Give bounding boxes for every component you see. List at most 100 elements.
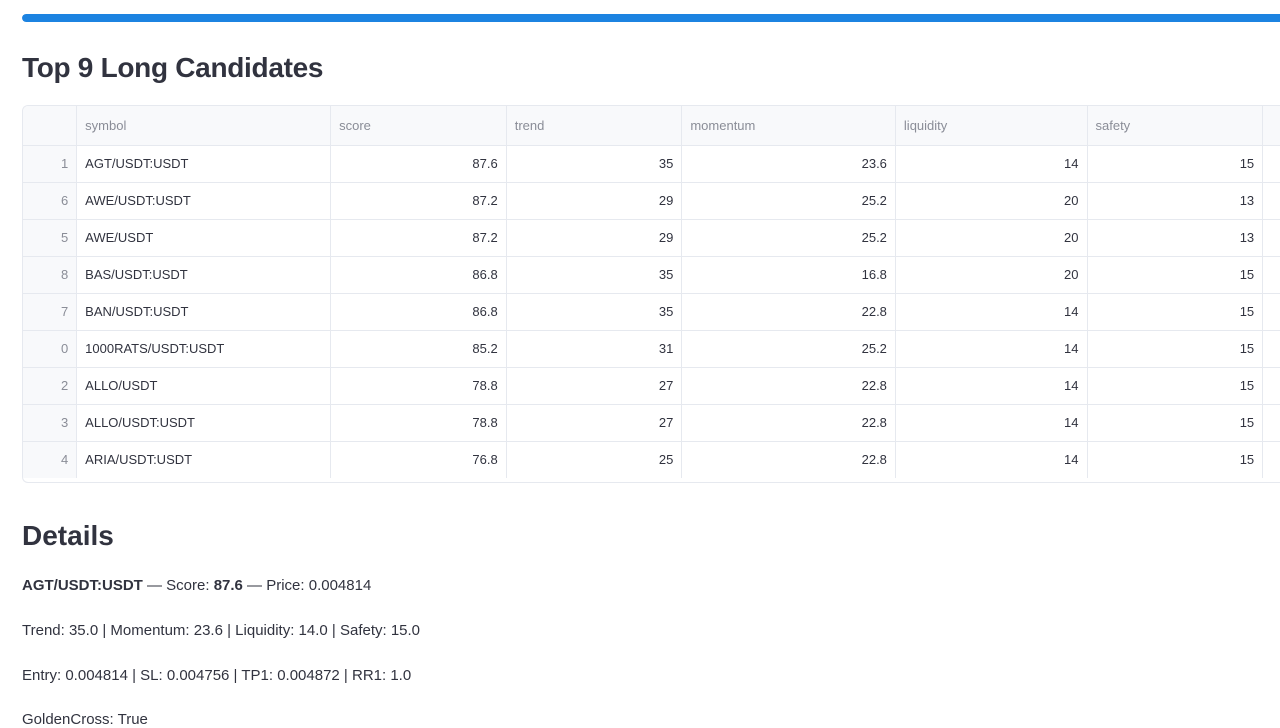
cell-safety[interactable]: 13 [1087, 219, 1264, 257]
cell-trend[interactable]: 35 [506, 293, 683, 331]
cell-momentum[interactable]: 22.8 [681, 441, 896, 478]
cell-trend[interactable]: 25 [506, 441, 683, 478]
cell-score[interactable]: 78.8 [330, 367, 507, 405]
cell-trend[interactable]: 35 [506, 256, 683, 294]
column-header-liquidity[interactable]: liquidity [895, 106, 1088, 146]
cell-symbol[interactable]: ARIA/USDT:USDT [76, 441, 332, 478]
cell-liquidity[interactable]: 20 [895, 219, 1088, 257]
progress-bar [22, 14, 1280, 22]
cell-score[interactable]: 76.8 [330, 441, 507, 478]
cell-trend[interactable]: 31 [506, 330, 683, 368]
row-index: 0 [23, 330, 78, 368]
cell-momentum[interactable]: 25.2 [681, 182, 896, 220]
cell-liquidity[interactable]: 20 [895, 182, 1088, 220]
row-index: 8 [23, 256, 78, 294]
cell-momentum[interactable]: 25.2 [681, 219, 896, 257]
column-header-momentum[interactable]: momentum [681, 106, 896, 146]
cell-symbol[interactable]: ALLO/USDT:USDT [76, 404, 332, 442]
candidates-title: Top 9 Long Candidates [22, 52, 324, 83]
cell-momentum[interactable]: 23.6 [681, 145, 896, 183]
cell-momentum[interactable]: 22.8 [681, 367, 896, 405]
row-index: 1 [23, 145, 78, 183]
cell-safety[interactable]: 15 [1087, 256, 1264, 294]
cell-overflow[interactable] [1262, 367, 1280, 405]
column-header-symbol[interactable]: symbol [76, 106, 332, 146]
progress-bar-fill [22, 14, 1280, 22]
table-row[interactable]: 6 AWE/USDT:USDT 87.2 29 25.2 20 13 [23, 182, 1280, 220]
row-index: 6 [23, 182, 78, 220]
cell-overflow[interactable] [1262, 219, 1280, 257]
cell-score[interactable]: 87.2 [330, 219, 507, 257]
cell-liquidity[interactable]: 14 [895, 330, 1088, 368]
row-index: 7 [23, 293, 78, 331]
cell-liquidity[interactable]: 14 [895, 367, 1088, 405]
table-row[interactable]: 5 AWE/USDT 87.2 29 25.2 20 13 [23, 219, 1280, 257]
row-index: 2 [23, 367, 78, 405]
cell-safety[interactable]: 15 [1087, 330, 1264, 368]
table-row[interactable]: 2 ALLO/USDT 78.8 27 22.8 14 15 [23, 367, 1280, 405]
cell-score[interactable]: 86.8 [330, 256, 507, 294]
cell-overflow[interactable] [1262, 293, 1280, 331]
cell-trend[interactable]: 29 [506, 182, 683, 220]
cell-trend[interactable]: 27 [506, 404, 683, 442]
column-header-overflow[interactable] [1262, 106, 1280, 146]
cell-safety[interactable]: 15 [1087, 145, 1264, 183]
cell-liquidity[interactable]: 14 [895, 404, 1088, 442]
cell-overflow[interactable] [1262, 330, 1280, 368]
row-index: 4 [23, 441, 78, 478]
table-row[interactable]: 3 ALLO/USDT:USDT 78.8 27 22.8 14 15 [23, 404, 1280, 442]
table-row[interactable]: 0 1000RATS/USDT:USDT 85.2 31 25.2 14 15 [23, 330, 1280, 368]
table-header-row: symbol score trend momentum liquidity sa… [23, 106, 1280, 146]
row-index: 5 [23, 219, 78, 257]
table-row[interactable]: 7 BAN/USDT:USDT 86.8 35 22.8 14 15 [23, 293, 1280, 331]
index-header [23, 106, 78, 146]
cell-symbol[interactable]: AGT/USDT:USDT [76, 145, 332, 183]
cell-liquidity[interactable]: 14 [895, 145, 1088, 183]
cell-momentum[interactable]: 16.8 [681, 256, 896, 294]
cell-score[interactable]: 87.2 [330, 182, 507, 220]
cell-trend[interactable]: 35 [506, 145, 683, 183]
cell-overflow[interactable] [1262, 256, 1280, 294]
column-header-trend[interactable]: trend [506, 106, 683, 146]
cell-score[interactable]: 78.8 [330, 404, 507, 442]
cell-safety[interactable]: 15 [1087, 293, 1264, 331]
cell-trend[interactable]: 27 [506, 367, 683, 405]
cell-symbol[interactable]: BAS/USDT:USDT [76, 256, 332, 294]
cell-overflow[interactable] [1262, 145, 1280, 183]
cell-symbol[interactable]: BAN/USDT:USDT [76, 293, 332, 331]
details-price: — Price: 0.004814 [242, 577, 372, 594]
details-metrics-line: Trend: 35.0 | Momentum: 23.6 | Liquidity… [22, 622, 421, 639]
cell-safety[interactable]: 13 [1087, 182, 1264, 220]
cell-liquidity[interactable]: 14 [895, 293, 1088, 331]
cell-safety[interactable]: 15 [1087, 404, 1264, 442]
cell-safety[interactable]: 15 [1087, 367, 1264, 405]
cell-symbol[interactable]: 1000RATS/USDT:USDT [76, 330, 332, 368]
details-score: 87.6 [213, 577, 243, 594]
cell-overflow[interactable] [1262, 182, 1280, 220]
details-score-label: — Score: [142, 577, 214, 594]
cell-symbol[interactable]: AWE/USDT:USDT [76, 182, 332, 220]
table-row[interactable]: 8 BAS/USDT:USDT 86.8 35 16.8 20 15 [23, 256, 1280, 294]
details-levels-line: Entry: 0.004814 | SL: 0.004756 | TP1: 0.… [22, 667, 412, 684]
cell-score[interactable]: 86.8 [330, 293, 507, 331]
cell-score[interactable]: 87.6 [330, 145, 507, 183]
candidates-table[interactable]: symbol score trend momentum liquidity sa… [22, 105, 1280, 483]
cell-symbol[interactable]: AWE/USDT [76, 219, 332, 257]
table-row[interactable]: 1 AGT/USDT:USDT 87.6 35 23.6 14 15 [23, 145, 1280, 183]
cell-momentum[interactable]: 22.8 [681, 404, 896, 442]
cell-symbol[interactable]: ALLO/USDT [76, 367, 332, 405]
cell-momentum[interactable]: 25.2 [681, 330, 896, 368]
cell-liquidity[interactable]: 20 [895, 256, 1088, 294]
cell-momentum[interactable]: 22.8 [681, 293, 896, 331]
cell-liquidity[interactable]: 14 [895, 441, 1088, 478]
details-title: Details [22, 520, 114, 551]
cell-overflow[interactable] [1262, 441, 1280, 478]
details-symbol: AGT/USDT:USDT [22, 577, 143, 594]
cell-safety[interactable]: 15 [1087, 441, 1264, 478]
cell-trend[interactable]: 29 [506, 219, 683, 257]
table-row[interactable]: 4 ARIA/USDT:USDT 76.8 25 22.8 14 15 [23, 441, 1280, 478]
column-header-score[interactable]: score [330, 106, 507, 146]
column-header-safety[interactable]: safety [1087, 106, 1264, 146]
cell-score[interactable]: 85.2 [330, 330, 507, 368]
cell-overflow[interactable] [1262, 404, 1280, 442]
